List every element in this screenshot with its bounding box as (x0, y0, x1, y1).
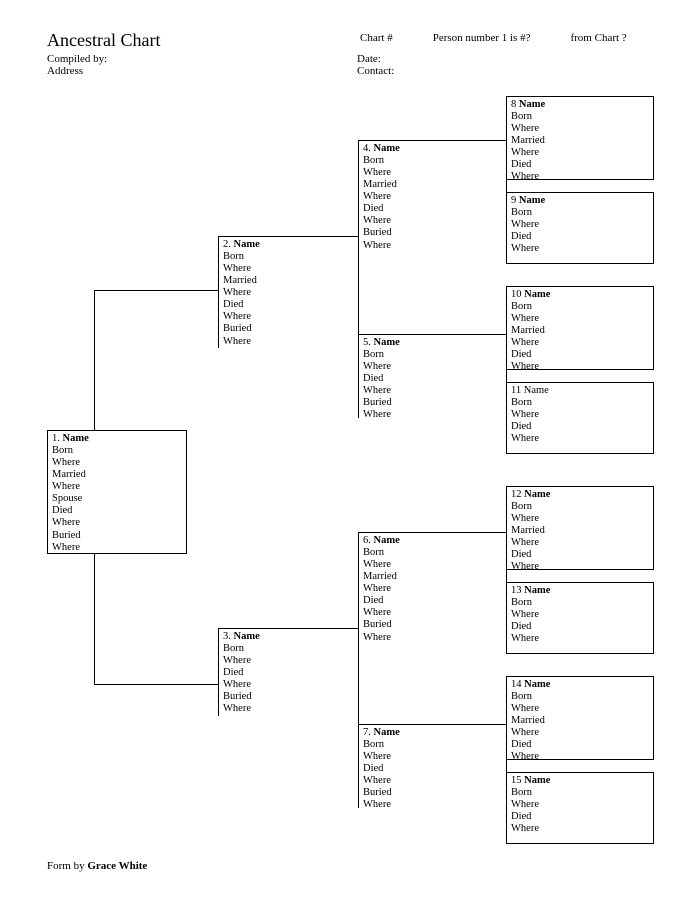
connector (94, 290, 95, 430)
ancestor-box-13: 13 Name BornWhereDiedWhere (506, 582, 654, 654)
ancestor-box-15: 15 Name BornWhereDiedWhere (506, 772, 654, 844)
connector (94, 684, 218, 685)
ancestor-box-6: 6. Name BornWhereMarriedWhereDiedWhereBu… (358, 532, 506, 644)
ancestor-box-11: 11 Name BornWhereDiedWhere (506, 382, 654, 454)
person-num-label: Person number 1 is #? (433, 32, 531, 44)
from-chart-label: from Chart ? (570, 32, 626, 44)
date-label: Date: (357, 53, 447, 65)
connector (94, 554, 95, 684)
ancestor-box-5: 5. Name BornWhereDiedWhereBuriedWhere (358, 334, 506, 418)
compiled-by-label: Compiled by: (47, 53, 357, 65)
ancestor-box-3: 3. Name BornWhereDiedWhereBuriedWhere (218, 628, 358, 716)
top-labels: Chart # Person number 1 is #? from Chart… (360, 32, 656, 44)
connector (358, 644, 359, 724)
connector (94, 290, 218, 291)
ancestor-box-7: 7. Name BornWhereDiedWhereBuriedWhere (358, 724, 506, 808)
contact-label: Contact: (357, 65, 447, 77)
connector (506, 760, 507, 772)
ancestor-box-10: 10 Name BornWhereMarriedWhereDiedWhere (506, 286, 654, 370)
ancestor-box-8: 8 Name BornWhereMarriedWhereDiedWhere (506, 96, 654, 180)
ancestor-box-2: 2. Name BornWhereMarriedWhereDiedWhereBu… (218, 236, 358, 348)
connector (506, 570, 507, 582)
footer: Form by Grace White (47, 860, 147, 872)
chart-num-label: Chart # (360, 32, 393, 44)
ancestor-box-14: 14 Name BornWhereMarriedWhereDiedWhere (506, 676, 654, 760)
connector (506, 370, 507, 382)
connector (506, 180, 507, 192)
ancestor-box-1: 1. Name BornWhereMarriedWhereSpouseDiedW… (47, 430, 187, 554)
address-label: Address (47, 65, 357, 77)
connector (358, 252, 359, 334)
ancestor-box-4: 4. Name BornWhereMarriedWhereDiedWhereBu… (358, 140, 506, 252)
ancestor-box-9: 9 Name BornWhereDiedWhere (506, 192, 654, 264)
ancestor-box-12: 12 Name BornWhereMarriedWhereDiedWhere (506, 486, 654, 570)
